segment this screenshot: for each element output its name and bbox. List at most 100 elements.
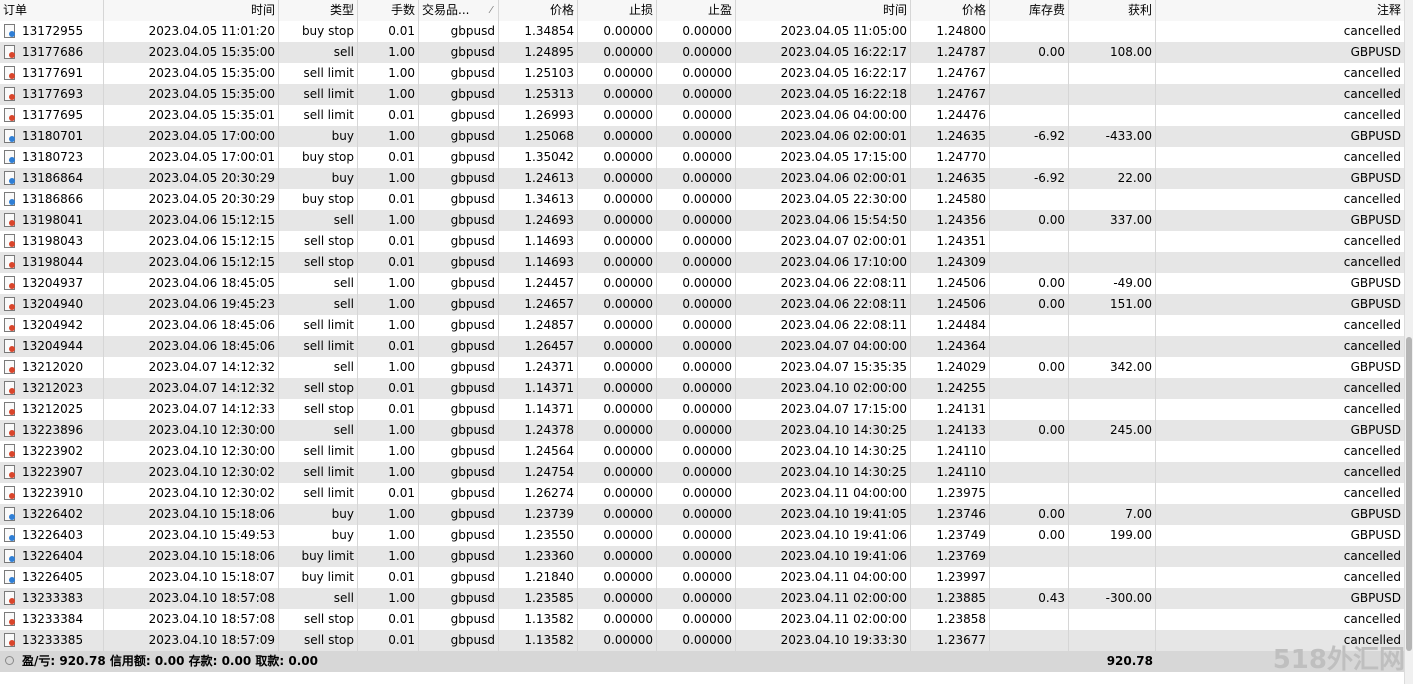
col-profit-header[interactable]: 获利 — [1069, 0, 1156, 21]
table-row[interactable]: 13233385 2023.04.10 18:57:09 sell stop 0.01… — [0, 630, 1404, 651]
col-comment-cell: cancelled — [1343, 612, 1401, 626]
col-open-price-cell: 1.25068 — [499, 126, 578, 147]
sell-order-icon — [4, 234, 15, 248]
col-order-cell: 13223907 — [0, 462, 104, 483]
col-volume-header[interactable]: 手数 — [358, 0, 419, 21]
col-stop-loss-cell: 0.00000 — [578, 546, 657, 567]
col-close-time-cell: 2023.04.06 22:08:11 — [736, 315, 911, 336]
table-row[interactable]: 13212025 2023.04.07 14:12:33 sell stop 0.01… — [0, 399, 1404, 420]
col-symbol-cell: gbpusd — [419, 21, 499, 42]
col-order-header[interactable]: 订单 — [0, 0, 104, 21]
col-open-price-cell: 1.13582 — [499, 609, 578, 630]
table-row[interactable]: 13204940 2023.04.06 19:45:23 sell 1.00 gbpus… — [0, 294, 1404, 315]
col-close-price-cell: 1.24506 — [911, 273, 990, 294]
table-row[interactable]: 13180701 2023.04.05 17:00:00 buy 1.00 gbpusd… — [0, 126, 1404, 147]
col-order-cell: 13198041 — [0, 210, 104, 231]
col-type-cell: buy — [279, 168, 358, 189]
col-take-profit-cell: 0.00000 — [657, 252, 736, 273]
col-close-time-cell: 2023.04.11 04:00:00 — [736, 567, 911, 588]
col-type-header[interactable]: 类型 — [279, 0, 358, 21]
table-row[interactable]: 13186866 2023.04.05 20:30:29 buy stop 0.01 g… — [0, 189, 1404, 210]
table-row[interactable]: 13204942 2023.04.06 18:45:06 sell limit 1.0… — [0, 315, 1404, 336]
col-close-time-header[interactable]: 时间 — [736, 0, 911, 21]
table-row[interactable]: 13172955 2023.04.05 11:01:20 buy stop 0.01 g… — [0, 21, 1404, 42]
table-row[interactable]: 13212020 2023.04.07 14:12:32 sell 1.00 gbpus… — [0, 357, 1404, 378]
col-open-price-cell: 1.25103 — [499, 63, 578, 84]
col-take-profit-header[interactable]: 止盈 — [657, 0, 736, 21]
col-profit-cell: 7.00 — [1069, 504, 1156, 525]
scrollbar-thumb[interactable] — [1406, 337, 1412, 651]
table-row[interactable]: 13226405 2023.04.10 15:18:07 buy limit 0.01… — [0, 567, 1404, 588]
table-row[interactable]: 13177691 2023.04.05 15:35:00 sell limit 1.0… — [0, 63, 1404, 84]
order-id: 13204940 — [22, 297, 84, 311]
order-id: 13186866 — [22, 192, 84, 206]
col-volume-cell: 0.01 — [358, 231, 419, 252]
sell-order-icon — [4, 318, 15, 332]
table-row[interactable]: 13177693 2023.04.05 15:35:00 sell limit 1.0… — [0, 84, 1404, 105]
table-row[interactable]: 13204944 2023.04.06 18:45:06 sell limit 0.0… — [0, 336, 1404, 357]
table-row[interactable]: 13226403 2023.04.10 15:49:53 buy 1.00 gbpusd… — [0, 525, 1404, 546]
table-row[interactable]: 13233383 2023.04.10 18:57:08 sell 1.00 gbpus… — [0, 588, 1404, 609]
table-row[interactable]: 13177686 2023.04.05 15:35:00 sell 1.00 gbpus… — [0, 42, 1404, 63]
col-close-price-header[interactable]: 价格 — [911, 0, 990, 21]
table-row[interactable]: 13198041 2023.04.06 15:12:15 sell 1.00 gbpus… — [0, 210, 1404, 231]
col-close-time-cell: 2023.04.06 22:08:11 — [736, 294, 911, 315]
col-swap-cell — [990, 378, 1069, 399]
col-take-profit-cell: 0.00000 — [657, 462, 736, 483]
col-comment-header[interactable]: 注释 — [1156, 0, 1404, 21]
table-row[interactable]: 13180723 2023.04.05 17:00:01 buy stop 0.01 g… — [0, 147, 1404, 168]
table-row[interactable]: 13204937 2023.04.06 18:45:05 sell 1.00 gbpus… — [0, 273, 1404, 294]
col-take-profit-cell: 0.00000 — [657, 231, 736, 252]
table-row[interactable]: 13223902 2023.04.10 12:30:00 sell limit 1.0… — [0, 441, 1404, 462]
col-close-price-cell: 1.23746 — [911, 504, 990, 525]
col-swap-cell — [990, 147, 1069, 168]
table-row[interactable]: 13223910 2023.04.10 12:30:02 sell limit 0.0… — [0, 483, 1404, 504]
vertical-scrollbar[interactable] — [1404, 0, 1413, 684]
col-stop-loss-cell: 0.00000 — [578, 294, 657, 315]
col-type-cell: sell stop — [279, 630, 358, 651]
col-order-cell: 13223896 — [0, 420, 104, 441]
col-order-cell: 13233385 — [0, 630, 104, 651]
col-swap-cell — [990, 336, 1069, 357]
table-row[interactable]: 13223896 2023.04.10 12:30:00 sell 1.00 gbpus… — [0, 420, 1404, 441]
col-order-cell: 13233383 — [0, 588, 104, 609]
col-volume-cell: 0.01 — [358, 252, 419, 273]
col-take-profit-cell: 0.00000 — [657, 105, 736, 126]
col-symbol-header[interactable]: 交易品... ⁄ — [419, 0, 499, 21]
col-open-price-cell: 1.24754 — [499, 462, 578, 483]
col-order-cell: 13212023 — [0, 378, 104, 399]
col-open-time-cell: 2023.04.10 18:57:08 — [104, 588, 279, 609]
col-swap-header[interactable]: 库存费 — [990, 0, 1069, 21]
table-row[interactable]: 13212023 2023.04.07 14:12:32 sell stop 0.01… — [0, 378, 1404, 399]
col-open-time-cell: 2023.04.10 15:49:53 — [104, 525, 279, 546]
table-row[interactable]: 13226404 2023.04.10 15:18:06 buy limit 1.00… — [0, 546, 1404, 567]
col-stop-loss-cell: 0.00000 — [578, 399, 657, 420]
col-volume-cell: 1.00 — [358, 588, 419, 609]
col-volume-cell: 1.00 — [358, 504, 419, 525]
col-volume-cell: 0.01 — [358, 399, 419, 420]
table-row[interactable]: 13177695 2023.04.05 15:35:01 sell limit 0.0… — [0, 105, 1404, 126]
col-open-price-header[interactable]: 价格 — [499, 0, 578, 21]
col-open-price-cell: 1.13582 — [499, 630, 578, 651]
col-open-time-cell: 2023.04.06 18:45:06 — [104, 336, 279, 357]
col-open-time-header[interactable]: 时间 — [104, 0, 279, 21]
table-row[interactable]: 13226402 2023.04.10 15:18:06 buy 1.00 gbpusd… — [0, 504, 1404, 525]
col-open-time-cell: 2023.04.07 14:12:32 — [104, 378, 279, 399]
table-row[interactable]: 13223907 2023.04.10 12:30:02 sell limit 1.0… — [0, 462, 1404, 483]
col-open-time-cell: 2023.04.10 15:18:06 — [104, 504, 279, 525]
col-stop-loss-header[interactable]: 止损 — [578, 0, 657, 21]
col-swap-cell — [990, 189, 1069, 210]
col-open-price-cell: 1.24857 — [499, 315, 578, 336]
table-row[interactable]: 13198043 2023.04.06 15:12:15 sell stop 0.01… — [0, 231, 1404, 252]
order-id: 13226405 — [22, 570, 84, 584]
col-take-profit-cell: 0.00000 — [657, 126, 736, 147]
col-open-price-cell: 1.14693 — [499, 231, 578, 252]
col-open-price-cell: 1.24895 — [499, 42, 578, 63]
col-swap-cell — [990, 483, 1069, 504]
col-swap-cell: 0.00 — [990, 420, 1069, 441]
col-comment-cell: GBPUSD — [1350, 507, 1401, 521]
table-row[interactable]: 13198044 2023.04.06 15:12:15 sell stop 0.01… — [0, 252, 1404, 273]
table-row[interactable]: 13186864 2023.04.05 20:30:29 buy 1.00 gbpusd… — [0, 168, 1404, 189]
col-symbol-cell: gbpusd — [419, 567, 499, 588]
table-row[interactable]: 13233384 2023.04.10 18:57:08 sell stop 0.01… — [0, 609, 1404, 630]
